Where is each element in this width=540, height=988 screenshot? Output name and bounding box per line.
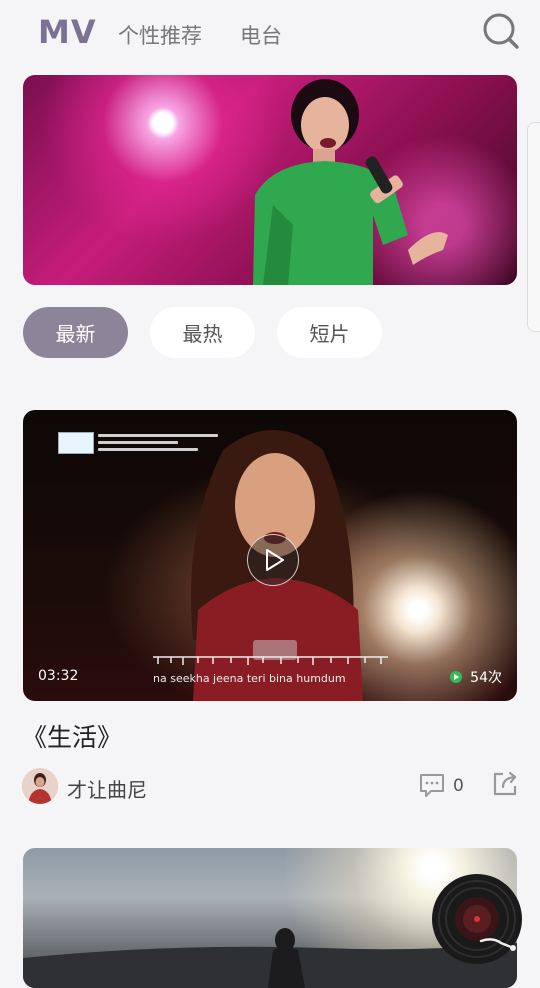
search-button[interactable] — [480, 10, 522, 52]
top-nav: MV 个性推荐 电台 — [0, 0, 540, 70]
share-button[interactable] — [491, 770, 519, 798]
tab-recommend[interactable]: 个性推荐 — [118, 20, 202, 50]
video-title[interactable]: 《生活》 — [22, 718, 122, 754]
tab-radio[interactable]: 电台 — [240, 20, 282, 50]
search-icon — [483, 13, 519, 49]
view-count: 54次 — [450, 667, 502, 687]
comment-count: 0 — [453, 776, 464, 796]
banner-carousel[interactable] — [23, 75, 517, 285]
channel-logo — [58, 432, 228, 454]
author-avatar[interactable] — [22, 768, 58, 804]
filter-hottest[interactable]: 最热 — [150, 307, 255, 358]
video-duration: 03:32 — [38, 668, 79, 684]
filter-short[interactable]: 短片 — [277, 307, 382, 358]
banner-image — [253, 79, 448, 285]
filter-latest[interactable]: 最新 — [23, 307, 128, 358]
subtitle-tibetan — [153, 656, 388, 665]
play-button[interactable] — [247, 534, 299, 586]
play-icon — [266, 549, 284, 571]
comment-button[interactable] — [418, 771, 446, 799]
side-scroll-handle[interactable] — [527, 122, 540, 332]
play-count-icon — [450, 671, 463, 683]
subtitle-text: na seekha jeena teri bina humdum — [153, 672, 346, 685]
view-count-label: 54次 — [470, 670, 502, 686]
comment-icon — [420, 774, 444, 797]
avatar-image — [22, 768, 58, 804]
tab-mv[interactable]: MV — [38, 13, 97, 51]
author-name[interactable]: 才让曲尼 — [67, 774, 147, 803]
video-card[interactable]: na seekha jeena teri bina humdum 03:32 5… — [23, 410, 517, 701]
vinyl-icon — [432, 874, 522, 964]
share-icon — [493, 771, 517, 796]
music-player-button[interactable] — [431, 873, 523, 965]
